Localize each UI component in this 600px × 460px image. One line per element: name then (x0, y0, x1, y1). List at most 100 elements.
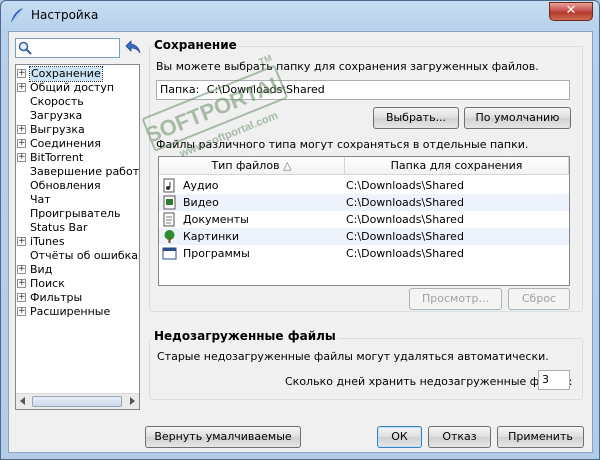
save-section-title: Сохранение (152, 38, 239, 52)
sidebar-item[interactable]: + Выгрузка (16, 123, 139, 137)
table-row[interactable]: Аудио C:\Downloads\Shared (159, 177, 569, 194)
folder-cell: C:\Downloads\Shared (346, 247, 464, 260)
expand-plus-icon[interactable]: + (17, 69, 26, 78)
sidebar-item[interactable]: Скорость (16, 95, 139, 109)
expand-plus-icon[interactable]: + (17, 279, 26, 288)
sidebar-item-label: iTunes (30, 235, 65, 248)
sidebar-item-label: Status Bar (30, 221, 88, 234)
incomplete-section-title: Недозагруженные файлы (152, 329, 338, 343)
sidebar-item[interactable]: + Сохранение (16, 66, 139, 82)
sidebar-item[interactable]: + iTunes (16, 235, 139, 249)
dialog-content: + Сохранение + Общий доступ Скорость Загрузка… (8, 31, 593, 453)
file-type-cell: Аудио (183, 179, 219, 192)
sidebar-item-label: Скорость (30, 95, 84, 108)
browse-type-folder-button[interactable]: Просмотр... (409, 288, 502, 310)
sidebar-item[interactable]: Чат (16, 193, 139, 207)
sidebar-item-label: Соединения (30, 137, 101, 150)
file-type-cell: Программы (183, 247, 250, 260)
sidebar-item[interactable]: + Вид (16, 263, 139, 277)
incomplete-description: Старые недозагруженные файлы могут удаля… (157, 350, 549, 363)
folder-cell: C:\Downloads\Shared (346, 213, 464, 226)
expand-plus-icon[interactable]: + (17, 83, 26, 92)
column-header-type-label: Тип файлов (211, 159, 280, 172)
days-label: Сколько дней хранить недозагруженные фай… (285, 375, 573, 388)
sidebar-item-label: Загрузка (30, 109, 83, 122)
file-type-cell: Картинки (183, 230, 240, 243)
scrollbar-thumb[interactable] (32, 396, 122, 407)
settings-window: Настройка ✕ + Сохранение + Общий доступ Скор… (0, 0, 600, 460)
table-row[interactable]: Документы C:\Downloads\Shared (159, 211, 569, 228)
sidebar-item-label: Выгрузка (30, 123, 85, 136)
scroll-left-icon[interactable] (20, 397, 25, 405)
expand-plus-icon[interactable]: + (17, 125, 26, 134)
expand-plus-icon[interactable]: + (17, 153, 26, 162)
window-title: Настройка (31, 8, 99, 22)
back-arrow-icon[interactable] (125, 40, 141, 54)
ok-button[interactable]: ОК (377, 426, 422, 448)
feather-app-icon (11, 7, 24, 22)
save-description: Вы можете выбрать папку для сохранения з… (156, 60, 539, 73)
folder-value: C:\Downloads\Shared (206, 83, 325, 96)
table-row[interactable]: Картинки C:\Downloads\Shared (159, 228, 569, 245)
sidebar-item-label: Сохранение (29, 66, 103, 82)
audio-file-icon (163, 178, 175, 193)
program-file-icon (162, 247, 177, 260)
column-header-folder[interactable]: Папка для сохранения (345, 157, 569, 175)
close-button[interactable]: ✕ (549, 2, 593, 21)
expand-plus-icon[interactable]: + (17, 293, 26, 302)
expand-plus-icon[interactable]: + (17, 265, 26, 274)
cancel-button[interactable]: Отказ (428, 426, 491, 448)
document-file-icon (163, 212, 175, 227)
sidebar-item[interactable]: + BitTorrent (16, 151, 139, 165)
table-row[interactable]: Видео C:\Downloads\Shared (159, 194, 569, 211)
sidebar-item-label: Обновления (30, 179, 101, 192)
sidebar-item-label: Проигрыватель (30, 207, 121, 220)
sidebar-item[interactable]: Обновления (16, 179, 139, 193)
file-types-table[interactable]: Тип файлов △ Папка для сохранения Аудио C… (158, 156, 570, 286)
title-bar[interactable]: Настройка ✕ (1, 1, 599, 31)
table-row[interactable]: Программы C:\Downloads\Shared (159, 245, 569, 262)
video-file-icon (163, 195, 176, 210)
expand-plus-icon[interactable]: + (17, 307, 26, 316)
incomplete-group (149, 338, 583, 400)
folder-cell: C:\Downloads\Shared (346, 196, 464, 209)
folder-cell: C:\Downloads\Shared (346, 179, 464, 192)
column-header-type[interactable]: Тип файлов △ (159, 157, 345, 175)
sidebar-item[interactable]: Завершение работы (16, 165, 139, 179)
sidebar-item-label: BitTorrent (30, 151, 84, 164)
apply-button[interactable]: Применить (497, 426, 584, 448)
sidebar-item[interactable]: Загрузка (16, 109, 139, 123)
sidebar-item[interactable]: + Расширенные (16, 305, 139, 319)
expand-plus-icon[interactable]: + (17, 139, 26, 148)
tree-horizontal-scrollbar[interactable] (16, 393, 139, 409)
sidebar-item-label: Вид (30, 263, 53, 276)
restore-defaults-button[interactable]: Вернуть умалчиваемые (145, 426, 301, 448)
search-input[interactable] (15, 38, 120, 58)
image-file-icon (164, 230, 175, 243)
types-note: Файлы различного типа могут сохраняться … (156, 138, 529, 151)
folder-field[interactable]: Папка: C:\Downloads\Shared (156, 80, 570, 100)
folder-label: Папка: (160, 83, 200, 96)
settings-tree[interactable]: + Сохранение + Общий доступ Скорость Загрузка… (15, 64, 140, 410)
sort-ascending-icon: △ (283, 159, 292, 172)
sidebar-item-label: Поиск (30, 277, 65, 290)
sidebar-item-label: Фильтры (30, 291, 83, 304)
expand-plus-icon[interactable]: + (17, 237, 26, 246)
file-type-cell: Документы (183, 213, 249, 226)
search-icon (18, 41, 32, 55)
browse-folder-button[interactable]: Выбрать... (373, 107, 459, 129)
sidebar-item-label: Общий доступ (30, 81, 115, 94)
sidebar-item[interactable]: Отчёты об ошибках (16, 249, 139, 263)
default-folder-button[interactable]: По умолчанию (464, 107, 571, 129)
sidebar-item[interactable]: Проигрыватель (16, 207, 139, 221)
sidebar-item[interactable]: + Фильтры (16, 291, 139, 305)
sidebar-item-label: Чат (30, 193, 51, 206)
sidebar-item[interactable]: + Соединения (16, 137, 139, 151)
scroll-right-icon[interactable] (130, 397, 135, 405)
sidebar-item[interactable]: + Поиск (16, 277, 139, 291)
file-type-cell: Видео (183, 196, 219, 209)
reset-type-folder-button[interactable]: Сброс (508, 288, 570, 310)
days-input[interactable]: 3 (538, 370, 570, 390)
sidebar-item[interactable]: + Общий доступ (16, 81, 139, 95)
sidebar-item[interactable]: Status Bar (16, 221, 139, 235)
